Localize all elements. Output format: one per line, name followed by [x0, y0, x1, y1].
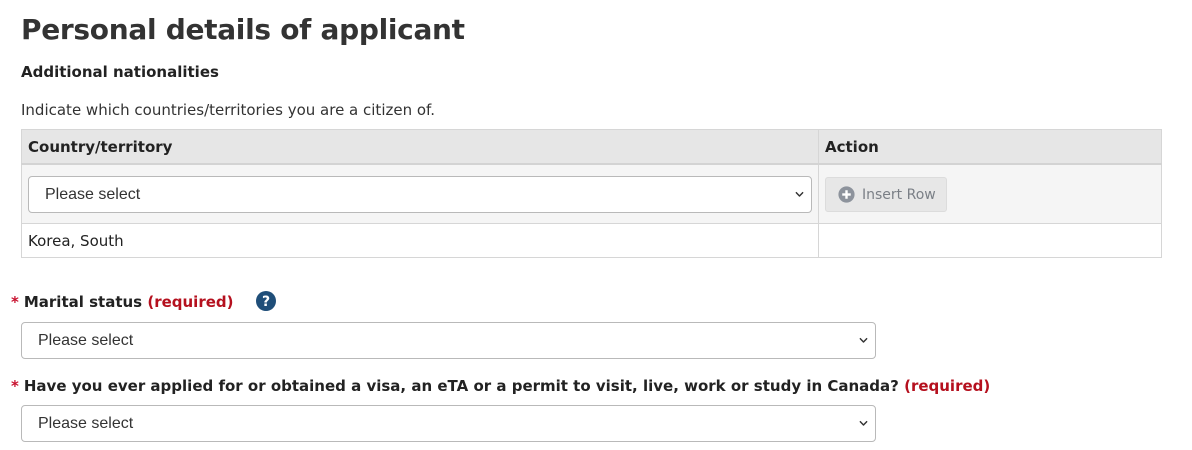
required-indicator: (required) — [147, 293, 234, 311]
action-cell — [818, 223, 1162, 258]
previous-application-label-text: Have you ever applied for or obtained a … — [23, 377, 899, 395]
svg-text:?: ? — [262, 294, 270, 310]
question-circle-icon[interactable]: ? — [255, 291, 276, 311]
table-input-row: Please select Insert Row — [21, 163, 1162, 224]
marital-status-label: * Marital status (required) ? — [11, 291, 276, 311]
marital-status-label-text: Marital status — [23, 293, 143, 311]
country-select[interactable]: Please select — [28, 175, 812, 213]
insert-row-cell: Insert Row — [818, 163, 1162, 224]
previous-application-select-value: Please select — [38, 415, 134, 432]
marital-status-select-value: Please select — [38, 332, 134, 349]
country-cell: Korea, South — [21, 223, 819, 258]
previous-application-label: * Have you ever applied for or obtained a… — [11, 377, 990, 395]
required-indicator: (required) — [904, 377, 991, 395]
nationalities-instruction: Indicate which countries/territories you… — [21, 101, 435, 119]
required-star: * — [11, 293, 19, 311]
chevron-down-icon — [859, 420, 868, 426]
page-title: Personal details of applicant — [21, 13, 465, 46]
required-star: * — [11, 377, 19, 395]
insert-row-label: Insert Row — [862, 186, 936, 203]
nationalities-table: Country/territory Action Please select I… — [21, 129, 1162, 258]
page: Personal details of applicant Additional… — [0, 0, 1192, 450]
marital-status-select[interactable]: Please select — [21, 322, 876, 359]
plus-circle-icon — [838, 186, 855, 203]
additional-nationalities-heading: Additional nationalities — [21, 63, 219, 81]
country-select-value: Please select — [45, 185, 141, 203]
column-header-country: Country/territory — [21, 129, 819, 165]
chevron-down-icon — [859, 337, 868, 343]
table-header-row: Country/territory Action — [21, 129, 1162, 165]
column-header-action: Action — [818, 129, 1162, 165]
chevron-down-icon — [795, 191, 804, 197]
insert-row-button[interactable]: Insert Row — [825, 177, 947, 212]
table-row: Korea, South — [21, 223, 1162, 258]
country-select-cell: Please select — [21, 163, 819, 224]
previous-application-select[interactable]: Please select — [21, 405, 876, 442]
